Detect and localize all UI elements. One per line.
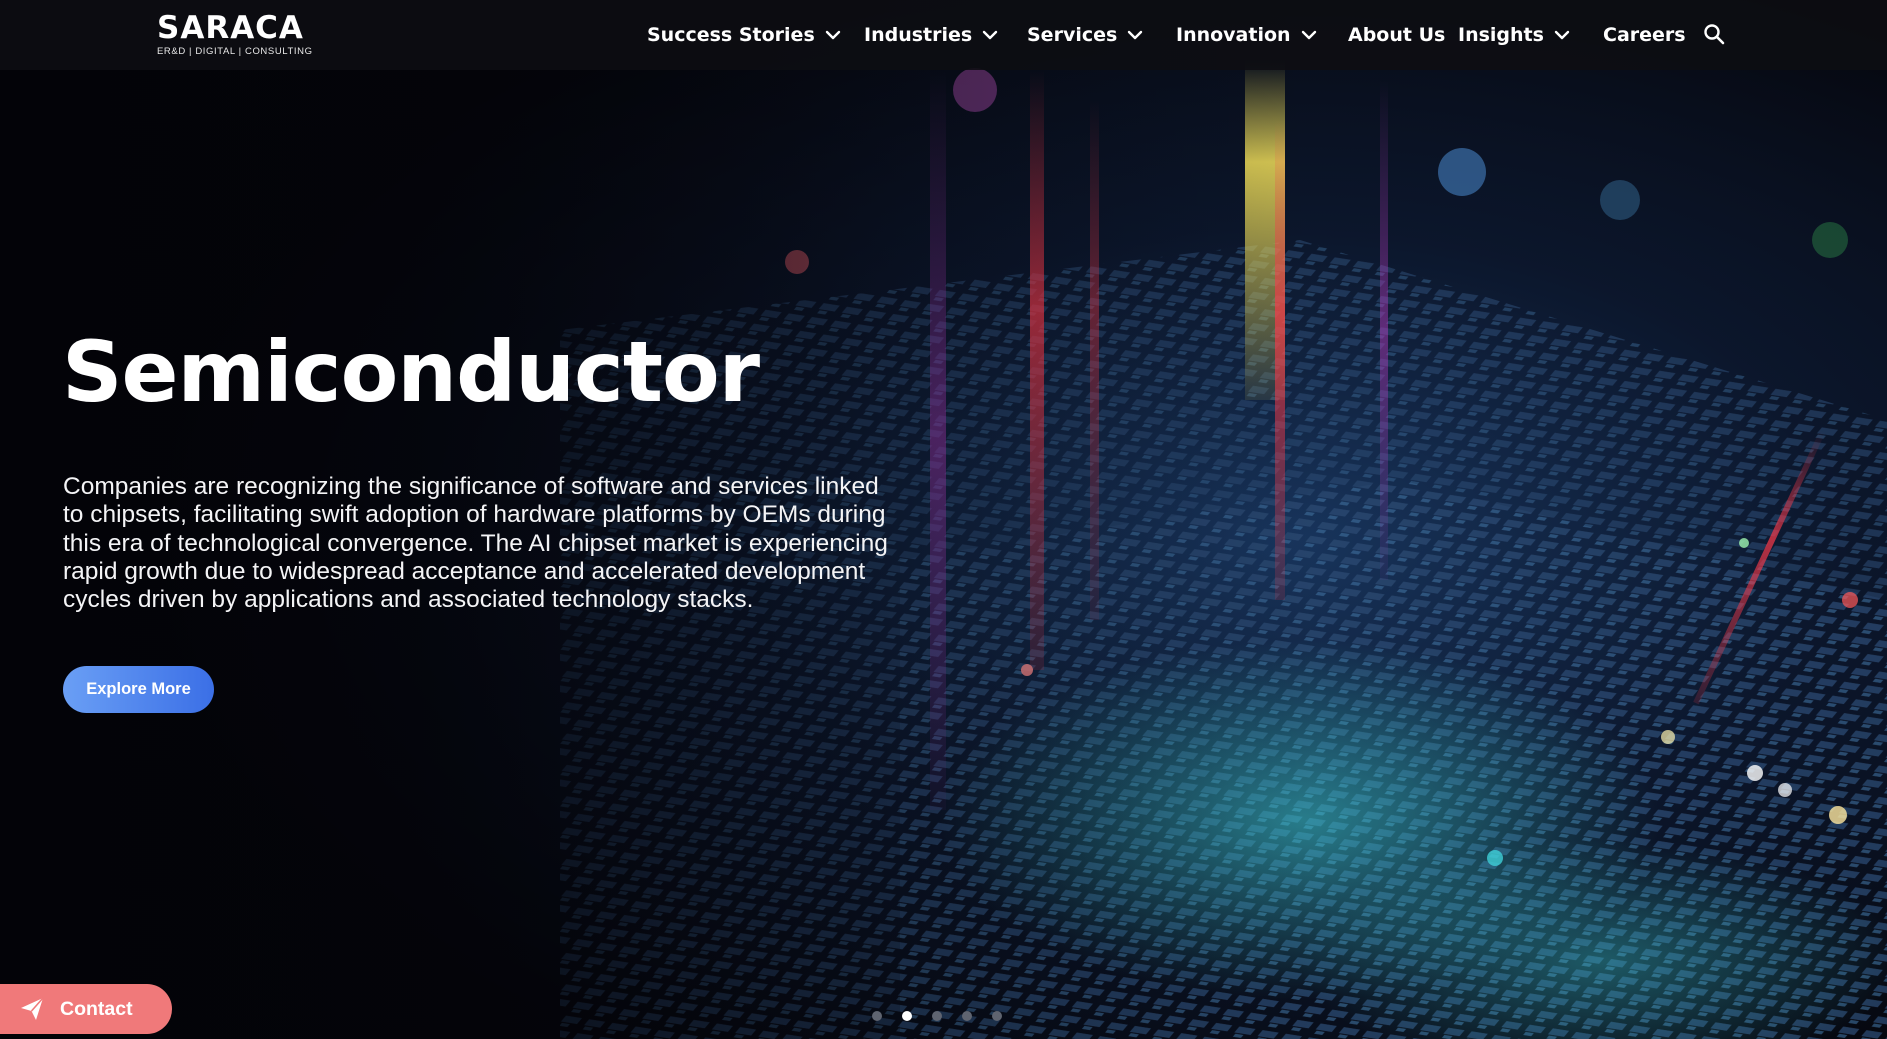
carousel-dot-4[interactable] [962, 1011, 972, 1021]
nav-item-label: Careers [1603, 24, 1686, 46]
hero-title: Semiconductor [62, 323, 760, 421]
contact-button[interactable]: Contact [0, 984, 172, 1034]
page: SARACA ER&D | DIGITAL | CONSULTING Succe… [0, 0, 1887, 1039]
nav-item-industries[interactable]: Industries [864, 21, 998, 49]
nav-item-success-stories[interactable]: Success Stories [647, 21, 841, 49]
chevron-down-icon [1301, 30, 1316, 40]
nav-item-insights[interactable]: Insights [1458, 21, 1570, 49]
chevron-down-icon [825, 30, 840, 40]
chevron-down-icon [1554, 30, 1570, 40]
chevron-down-icon [983, 30, 998, 40]
nav-item-innovation[interactable]: Innovation [1176, 21, 1317, 49]
paper-plane-icon [21, 997, 44, 1020]
nav-item-label: Industries [864, 24, 973, 46]
carousel-indicators [872, 1011, 1002, 1023]
hero-description: Companies are recognizing the significan… [63, 473, 888, 614]
contact-label: Contact [60, 997, 133, 1020]
carousel-dot-3[interactable] [932, 1011, 942, 1021]
explore-more-button[interactable]: Explore More [63, 666, 214, 713]
nav-item-careers[interactable]: Careers [1603, 21, 1686, 49]
nav-item-label: About Us [1348, 24, 1446, 46]
nav-item-services[interactable]: Services [1027, 21, 1143, 49]
nav-item-label: Innovation [1176, 24, 1291, 46]
nav-item-label: Services [1027, 24, 1118, 46]
search-icon[interactable] [1702, 22, 1726, 46]
nav-item-about-us[interactable]: About Us [1348, 21, 1445, 49]
carousel-dot-1[interactable] [872, 1011, 882, 1021]
carousel-dot-2[interactable] [902, 1011, 912, 1021]
carousel-dot-5[interactable] [992, 1011, 1002, 1021]
site-header: SARACA ER&D | DIGITAL | CONSULTING Succe… [0, 0, 1887, 70]
nav-item-label: Success Stories [647, 24, 815, 46]
main-navigation: Success Stories Industries Services Inno… [0, 0, 1887, 70]
chevron-down-icon [1128, 30, 1143, 40]
nav-item-label: Insights [1458, 24, 1544, 46]
